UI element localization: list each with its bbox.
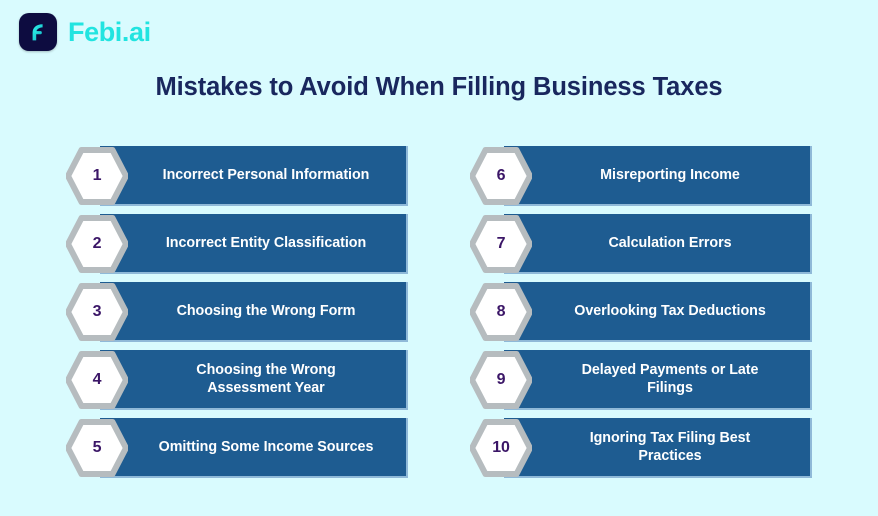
item-bar: Overlooking Tax Deductions <box>504 282 812 342</box>
item-number: 3 <box>92 303 102 320</box>
hexagon-badge: 2 <box>66 213 128 275</box>
item-number: 6 <box>496 167 506 184</box>
list-item[interactable]: Ignoring Tax Filing Best Practices 10 <box>470 418 812 478</box>
item-number: 5 <box>92 439 102 456</box>
item-label: Choosing the Wrong Assessment Year <box>196 361 336 396</box>
item-bar: Delayed Payments or Late Filings <box>504 350 812 410</box>
hexagon-badge: 4 <box>66 349 128 411</box>
item-bar: Choosing the Wrong Form <box>100 282 408 342</box>
item-number: 1 <box>92 167 102 184</box>
list-item[interactable]: Overlooking Tax Deductions 8 <box>470 282 812 342</box>
item-bar: Calculation Errors <box>504 214 812 274</box>
item-label: Choosing the Wrong Form <box>176 302 356 319</box>
item-label: Omitting Some Income Sources <box>158 438 374 455</box>
list-item[interactable]: Incorrect Entity Classification 2 <box>66 214 408 274</box>
item-label: Delayed Payments or Late Filings <box>581 361 759 396</box>
item-number: 2 <box>92 235 102 252</box>
hexagon-badge: 9 <box>470 349 532 411</box>
list-item[interactable]: Choosing the Wrong Assessment Year 4 <box>66 350 408 410</box>
item-bar: Incorrect Entity Classification <box>100 214 408 274</box>
hexagon-badge: 8 <box>470 281 532 343</box>
brand-name: Febi.ai <box>68 16 151 47</box>
hexagon-badge: 1 <box>66 145 128 207</box>
item-label: Misreporting Income <box>600 166 740 183</box>
list-item[interactable]: Omitting Some Income Sources 5 <box>66 418 408 478</box>
item-label: Incorrect Personal Information <box>162 166 370 183</box>
infographic-poster: Febi.ai Mistakes to Avoid When Filling B… <box>0 0 878 516</box>
item-bar: Choosing the Wrong Assessment Year <box>100 350 408 410</box>
brand-logo: Febi.ai <box>19 13 151 51</box>
items-columns: Incorrect Personal Information 1 Incorre… <box>0 146 878 478</box>
hexagon-badge: 3 <box>66 281 128 343</box>
list-item[interactable]: Misreporting Income 6 <box>470 146 812 206</box>
item-number: 8 <box>496 303 506 320</box>
hexagon-badge: 7 <box>470 213 532 275</box>
right-column: Misreporting Income 6 Calculation Errors <box>470 146 812 478</box>
febi-logomark-icon <box>19 13 57 51</box>
hexagon-badge: 6 <box>470 145 532 207</box>
hexagon-badge: 10 <box>470 417 532 479</box>
page-title: Mistakes to Avoid When Filling Business … <box>155 73 723 101</box>
item-number: 9 <box>496 371 506 388</box>
item-bar: Ignoring Tax Filing Best Practices <box>504 418 812 478</box>
list-item[interactable]: Incorrect Personal Information 1 <box>66 146 408 206</box>
item-number: 10 <box>492 439 510 456</box>
item-bar: Omitting Some Income Sources <box>100 418 408 478</box>
item-number: 4 <box>92 371 102 388</box>
item-label: Calculation Errors <box>608 234 732 251</box>
item-bar: Incorrect Personal Information <box>100 146 408 206</box>
list-item[interactable]: Calculation Errors 7 <box>470 214 812 274</box>
item-label: Overlooking Tax Deductions <box>574 302 766 319</box>
left-column: Incorrect Personal Information 1 Incorre… <box>66 146 408 478</box>
item-number: 7 <box>496 235 506 252</box>
hexagon-badge: 5 <box>66 417 128 479</box>
list-item[interactable]: Choosing the Wrong Form 3 <box>66 282 408 342</box>
list-item[interactable]: Delayed Payments or Late Filings 9 <box>470 350 812 410</box>
item-label: Ignoring Tax Filing Best Practices <box>589 429 751 464</box>
item-bar: Misreporting Income <box>504 146 812 206</box>
item-label: Incorrect Entity Classification <box>165 234 367 251</box>
